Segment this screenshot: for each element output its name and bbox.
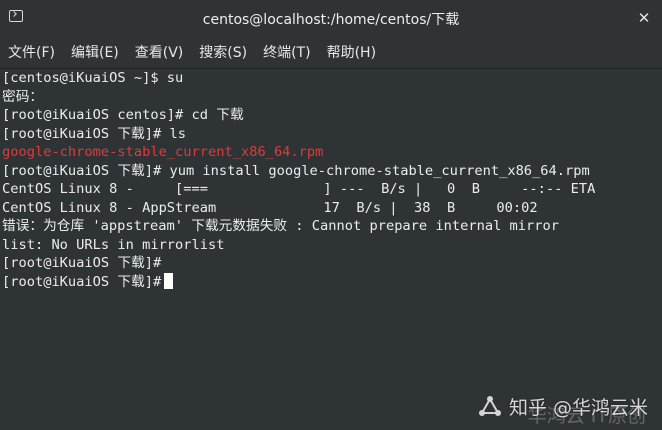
title-bar[interactable]: centos@localhost:/home/centos/下载 ✕ [0, 0, 662, 36]
terminal-prompt: [root@iKuaiOS 下载]# [2, 273, 162, 290]
terminal-line: [root@iKuaiOS 下载]# yum install google-ch… [2, 162, 590, 179]
menu-view[interactable]: 查看(V) [129, 42, 190, 62]
menu-edit[interactable]: 编辑(E) [65, 42, 125, 62]
terminal-line: [root@iKuaiOS 下载]# ls [2, 125, 186, 142]
terminal-output[interactable]: [centos@iKuaiOS ~]$ su 密码： [root@iKuaiOS… [0, 69, 662, 430]
terminal-line: 密码： [2, 88, 44, 105]
terminal-line: list: No URLs in mirrorlist [2, 236, 225, 253]
terminal-line-file: google-chrome-stable_current_x86_64.rpm [2, 144, 324, 160]
terminal-line-error: 错误：为仓库 'appstream' 下载元数据失败 : Cannot prep… [2, 218, 560, 234]
window-title: centos@localhost:/home/centos/下载 [202, 12, 460, 28]
terminal-line: [root@iKuaiOS 下载]# [2, 255, 162, 271]
terminal-line: CentOS Linux 8 - [=== ] --- B/s | 0 B --… [2, 181, 596, 197]
watermark: 知乎 @华鸿云米 [477, 393, 648, 420]
terminal-line: [centos@iKuaiOS ~]$ su [2, 70, 184, 86]
terminal-line: [root@iKuaiOS centos]# cd 下载 [2, 107, 244, 123]
menu-terminal[interactable]: 终端(T) [257, 42, 316, 62]
terminal-line: CentOS Linux 8 - AppStream 17 B/s | 38 B… [2, 199, 538, 216]
menu-bar: 文件(F) 编辑(E) 查看(V) 搜索(S) 终端(T) 帮助(H) [0, 36, 662, 69]
watermark-text: 知乎 @华鸿云米 [508, 397, 648, 419]
menu-search[interactable]: 搜索(S) [193, 42, 253, 62]
text-cursor [164, 272, 174, 289]
menu-file[interactable]: 文件(F) [2, 42, 61, 62]
terminal-prompt-line: [root@iKuaiOS 下载]# [2, 272, 660, 292]
menu-help[interactable]: 帮助(H) [321, 42, 382, 62]
terminal-window: centos@localhost:/home/centos/下载 ✕ 文件(F)… [0, 0, 662, 430]
share-node-icon [478, 395, 501, 416]
close-button[interactable]: ✕ [634, 8, 654, 28]
